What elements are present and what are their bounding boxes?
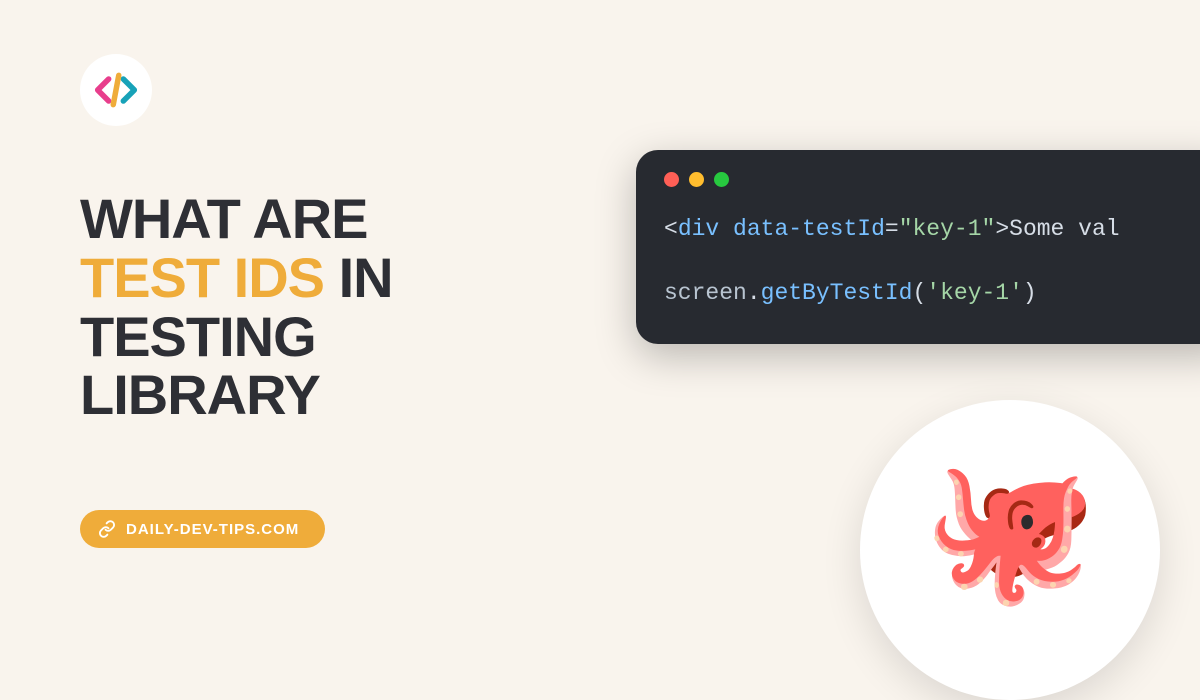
- minimize-dot-icon: [689, 172, 704, 187]
- code-token: >: [995, 216, 1009, 242]
- code-token: [719, 216, 733, 242]
- site-url-label: DAILY-DEV-TIPS.COM: [126, 521, 299, 538]
- code-token: key-1: [913, 216, 982, 242]
- site-logo-badge: [80, 54, 152, 126]
- code-snippet-card: <div data-testId="key-1">Some val screen…: [636, 150, 1200, 344]
- code-token: ): [1023, 280, 1037, 306]
- window-traffic-lights: [664, 172, 1200, 187]
- code-token: ": [982, 216, 996, 242]
- code-token: screen: [664, 280, 747, 306]
- code-token: Some val: [1009, 216, 1119, 242]
- headline-line: IN: [324, 246, 393, 309]
- headline-highlight: TEST IDS: [80, 246, 324, 309]
- site-url-pill: DAILY-DEV-TIPS.COM: [80, 510, 325, 548]
- code-token: div: [678, 216, 719, 242]
- code-block: <div data-testId="key-1">Some val screen…: [664, 213, 1200, 310]
- code-token: (: [912, 280, 926, 306]
- code-token: key-1: [940, 280, 1009, 306]
- code-token: =: [885, 216, 899, 242]
- headline-line: WHAT ARE: [80, 187, 368, 250]
- code-slash-icon: [94, 68, 138, 112]
- zoom-dot-icon: [714, 172, 729, 187]
- octopus-icon: 🐙: [923, 460, 1097, 600]
- code-token: data-testId: [733, 216, 885, 242]
- code-token: ": [899, 216, 913, 242]
- link-icon: [98, 520, 116, 538]
- code-token: ': [1009, 280, 1023, 306]
- code-token: <: [664, 216, 678, 242]
- headline-line: TESTING: [80, 305, 316, 368]
- mascot-badge: 🐙: [860, 400, 1160, 700]
- code-token: ': [926, 280, 940, 306]
- page-title: WHAT ARE TEST IDS IN TESTING LIBRARY: [80, 190, 393, 425]
- close-dot-icon: [664, 172, 679, 187]
- code-token: getByTestId: [761, 280, 913, 306]
- headline-line: LIBRARY: [80, 363, 320, 426]
- code-token: .: [747, 280, 761, 306]
